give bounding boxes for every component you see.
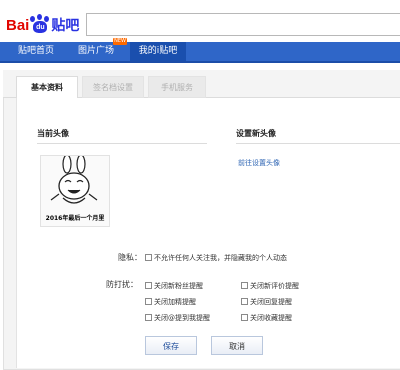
privacy-option-label: 不允许任何人关注我，并隐藏我的个人动态 — [154, 254, 287, 262]
set-new-avatar-title: 设置新头像 — [236, 129, 276, 138]
avatar: 2016年最后一个月里 — [40, 154, 110, 227]
save-button[interactable]: 保存 — [145, 336, 197, 355]
avatar-caption: 2016年最后一个月里 — [45, 215, 105, 222]
tab-basic-info[interactable]: 基本资料 — [16, 76, 78, 99]
new-fans-checkbox[interactable] — [145, 282, 152, 289]
baidu-tieba-logo[interactable]: Bai du 贴吧 — [6, 14, 80, 35]
privacy-label: 隐私： — [118, 253, 142, 262]
logo-du-text: du — [33, 21, 48, 33]
mention-label: 关闭@提到我提醒 — [154, 314, 210, 322]
nav-item-tieba-home[interactable]: 贴吧首页 — [10, 42, 62, 61]
new-badge: NEW — [113, 38, 127, 45]
favorite-label: 关闭收藏提醒 — [250, 314, 292, 322]
privacy-checkbox[interactable] — [145, 254, 152, 261]
paw-icon: du — [29, 14, 51, 33]
logo-bai-text: Bai — [6, 17, 30, 34]
new-review-checkbox[interactable] — [241, 282, 248, 289]
new-fans-label: 关闭新粉丝提醒 — [154, 282, 203, 290]
reply-checkbox[interactable] — [241, 298, 248, 305]
rabbit-avatar-icon — [50, 154, 98, 204]
favorite-checkbox[interactable] — [241, 314, 248, 321]
current-avatar-title: 当前头像 — [37, 129, 69, 138]
new-review-label: 关闭新评价提醒 — [250, 282, 299, 290]
divider — [37, 143, 207, 144]
content-area — [16, 98, 400, 368]
go-set-avatar-link[interactable]: 前往设置头像 — [238, 158, 280, 168]
reply-label: 关闭回复提醒 — [250, 298, 292, 306]
search-input[interactable] — [86, 13, 400, 36]
nav-item-my-tieba[interactable]: 我的i贴吧 — [130, 42, 186, 61]
main-nav: 贴吧首页 图片广场 我的i贴吧 — [0, 42, 400, 63]
disturb-label: 防打扰： — [106, 280, 138, 289]
logo-tieba-text: 贴吧 — [51, 17, 80, 33]
featured-label: 关闭加精提醒 — [154, 298, 196, 306]
tab-mobile-service[interactable]: 手机服务 — [148, 76, 206, 98]
cancel-button[interactable]: 取消 — [211, 336, 263, 355]
mention-checkbox[interactable] — [145, 314, 152, 321]
tab-signature-settings[interactable]: 签名档设置 — [82, 76, 144, 98]
divider — [236, 143, 400, 144]
featured-checkbox[interactable] — [145, 298, 152, 305]
